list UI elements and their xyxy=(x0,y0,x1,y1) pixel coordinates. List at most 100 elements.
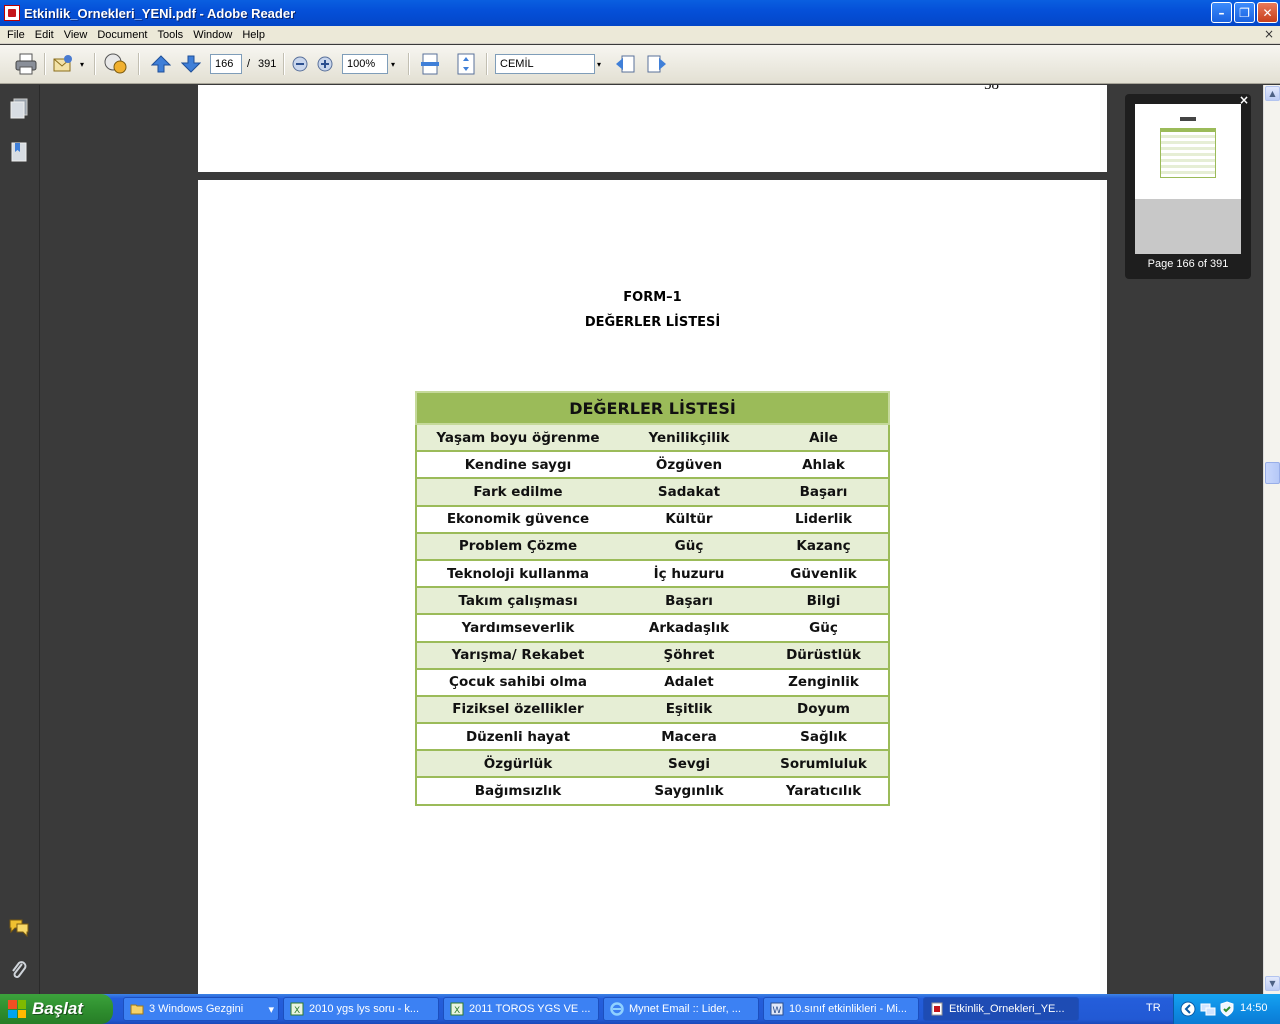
table-cell: Düzenli hayat xyxy=(415,722,619,751)
table-cell: Sorumluluk xyxy=(759,749,890,778)
menu-window[interactable]: Window xyxy=(188,29,237,41)
zoom-out-button[interactable] xyxy=(290,53,310,75)
page-number-label: 58 xyxy=(984,85,999,93)
fit-page-icon xyxy=(457,53,475,75)
menu-tools[interactable]: Tools xyxy=(153,29,189,41)
attachments-panel-button[interactable] xyxy=(8,958,30,982)
task-windows-explorer[interactable]: 3 Windows Gezgini ▾ xyxy=(123,997,279,1021)
table-cell: Özgüven xyxy=(619,450,759,479)
zoom-in-icon xyxy=(317,56,333,72)
table-cell: Güç xyxy=(619,531,759,560)
page-total: 391 xyxy=(258,58,277,70)
collaborate-button[interactable] xyxy=(102,53,130,75)
previous-page: 58 xyxy=(198,85,1107,172)
toolbar-separator xyxy=(44,53,46,75)
adobe-reader-icon xyxy=(4,5,20,21)
menu-view[interactable]: View xyxy=(59,29,93,41)
svg-text:X: X xyxy=(294,1006,300,1016)
printer-icon xyxy=(15,53,37,75)
table-body: Yaşam boyu öğrenme Yenilikçilik Aile Kendin… xyxy=(415,422,890,806)
network-icon[interactable] xyxy=(1200,1001,1216,1017)
email-dropdown-icon[interactable]: ▾ xyxy=(76,54,88,74)
table-row: Ekonomik güvence Kültür Liderlik xyxy=(415,504,890,533)
page-number-input[interactable]: 166 xyxy=(210,54,242,74)
security-shield-icon[interactable] xyxy=(1219,1001,1235,1017)
scrolling-mode-button[interactable] xyxy=(418,53,442,75)
table-cell: Ekonomik güvence xyxy=(415,504,619,533)
task-label: 10.sınıf etkinlikleri - Mi... xyxy=(789,1003,907,1015)
task-label: 3 Windows Gezgini xyxy=(149,1003,244,1015)
table-cell: Çocuk sahibi olma xyxy=(415,667,619,696)
page-separator: / xyxy=(247,58,251,70)
task-word[interactable]: W 10.sınıf etkinlikleri - Mi... xyxy=(763,997,919,1021)
task-label: Mynet Email :: Lider, ... xyxy=(629,1003,741,1015)
table-cell: Yaşam boyu öğrenme xyxy=(415,422,619,452)
table-cell: Bağımsızlık xyxy=(415,776,619,806)
menu-file[interactable]: File xyxy=(2,29,30,41)
table-cell: Güvenlik xyxy=(759,558,890,588)
attach-email-button[interactable] xyxy=(50,53,76,75)
table-cell: Başarı xyxy=(619,586,759,615)
pages-panel-button[interactable] xyxy=(8,97,30,121)
find-dropdown-icon[interactable]: ▾ xyxy=(593,54,605,74)
menu-help[interactable]: Help xyxy=(237,29,270,41)
tray-expand-icon[interactable] xyxy=(1180,1001,1196,1017)
table-cell: Aile xyxy=(759,422,890,452)
scroll-thumb[interactable] xyxy=(1265,462,1280,484)
comments-icon xyxy=(9,919,29,937)
form-subtitle: DEĞERLER LİSTESİ xyxy=(584,315,721,330)
table-cell: Eşitlik xyxy=(619,694,759,724)
bookmarks-panel-button[interactable] xyxy=(8,140,30,164)
find-next-button[interactable] xyxy=(645,53,669,75)
task-excel-1[interactable]: X 2010 ygs lys soru - k... xyxy=(283,997,439,1021)
task-excel-2[interactable]: X 2011 TOROS YGS VE ... xyxy=(443,997,599,1021)
document-close-icon[interactable]: × xyxy=(1264,27,1274,41)
bookmarks-icon xyxy=(11,142,27,162)
table-cell: İç huzuru xyxy=(619,558,759,588)
table-cell: Zenginlik xyxy=(759,667,890,696)
table-cell: Sağlık xyxy=(759,722,890,751)
scroll-down-button[interactable]: ▼ xyxy=(1265,976,1280,991)
arrow-up-icon xyxy=(151,55,171,73)
next-page-button[interactable] xyxy=(179,53,203,75)
task-browser[interactable]: Mynet Email :: Lider, ... xyxy=(603,997,759,1021)
fit-page-button[interactable] xyxy=(454,53,478,75)
clock[interactable]: 14:50 xyxy=(1240,1002,1268,1014)
zoom-in-button[interactable] xyxy=(315,53,335,75)
table-cell: Teknoloji kullanma xyxy=(415,558,619,588)
start-button[interactable]: Başlat xyxy=(0,994,113,1024)
pages-icon xyxy=(10,98,28,119)
start-label: Başlat xyxy=(32,999,84,1018)
find-input[interactable]: CEMİL xyxy=(495,54,595,74)
table-row: Problem Çözme Güç Kazanç xyxy=(415,531,890,560)
print-button[interactable] xyxy=(12,53,40,75)
document-viewport[interactable]: 58 FORM–1 DEĞERLER LİSTESİ DEĞERLER LİST… xyxy=(41,85,1263,994)
zoom-level-input[interactable]: 100% xyxy=(342,54,388,74)
table-cell: Kazanç xyxy=(759,531,890,560)
table-cell: Macera xyxy=(619,722,759,751)
table-cell: Özgürlük xyxy=(415,749,619,778)
table-cell: Liderlik xyxy=(759,504,890,533)
page-thumbnail-popup[interactable]: × Page 166 of 391 xyxy=(1125,93,1251,279)
svg-text:W: W xyxy=(773,1006,782,1016)
zoom-dropdown-icon[interactable]: ▾ xyxy=(387,54,399,74)
previous-page-button[interactable] xyxy=(149,53,173,75)
window-titlebar[interactable]: Etkinlik_Ornekleri_YENİ.pdf - Adobe Read… xyxy=(0,0,1280,26)
menu-document[interactable]: Document xyxy=(92,29,152,41)
table-cell: Başarı xyxy=(759,477,890,506)
minimize-button[interactable]: – xyxy=(1211,2,1232,23)
task-adobe-reader[interactable]: Etkinlik_Ornekleri_YE... xyxy=(923,997,1079,1021)
table-row: Takım çalışması Başarı Bilgi xyxy=(415,586,890,615)
menu-edit[interactable]: Edit xyxy=(30,29,59,41)
thumbnail-title-mark xyxy=(1180,117,1196,121)
comments-panel-button[interactable] xyxy=(8,915,30,939)
table-cell: Saygınlık xyxy=(619,776,759,806)
vertical-scrollbar[interactable]: ▲ ▼ xyxy=(1263,85,1280,994)
window-title: Etkinlik_Ornekleri_YENİ.pdf - Adobe Read… xyxy=(24,5,296,21)
maximize-button[interactable]: ❐ xyxy=(1234,2,1255,23)
close-button[interactable]: ✕ xyxy=(1257,2,1278,23)
scroll-page-icon xyxy=(421,53,439,75)
language-indicator[interactable]: TR xyxy=(1146,1002,1161,1014)
scroll-up-button[interactable]: ▲ xyxy=(1265,86,1280,101)
find-previous-button[interactable] xyxy=(613,53,637,75)
